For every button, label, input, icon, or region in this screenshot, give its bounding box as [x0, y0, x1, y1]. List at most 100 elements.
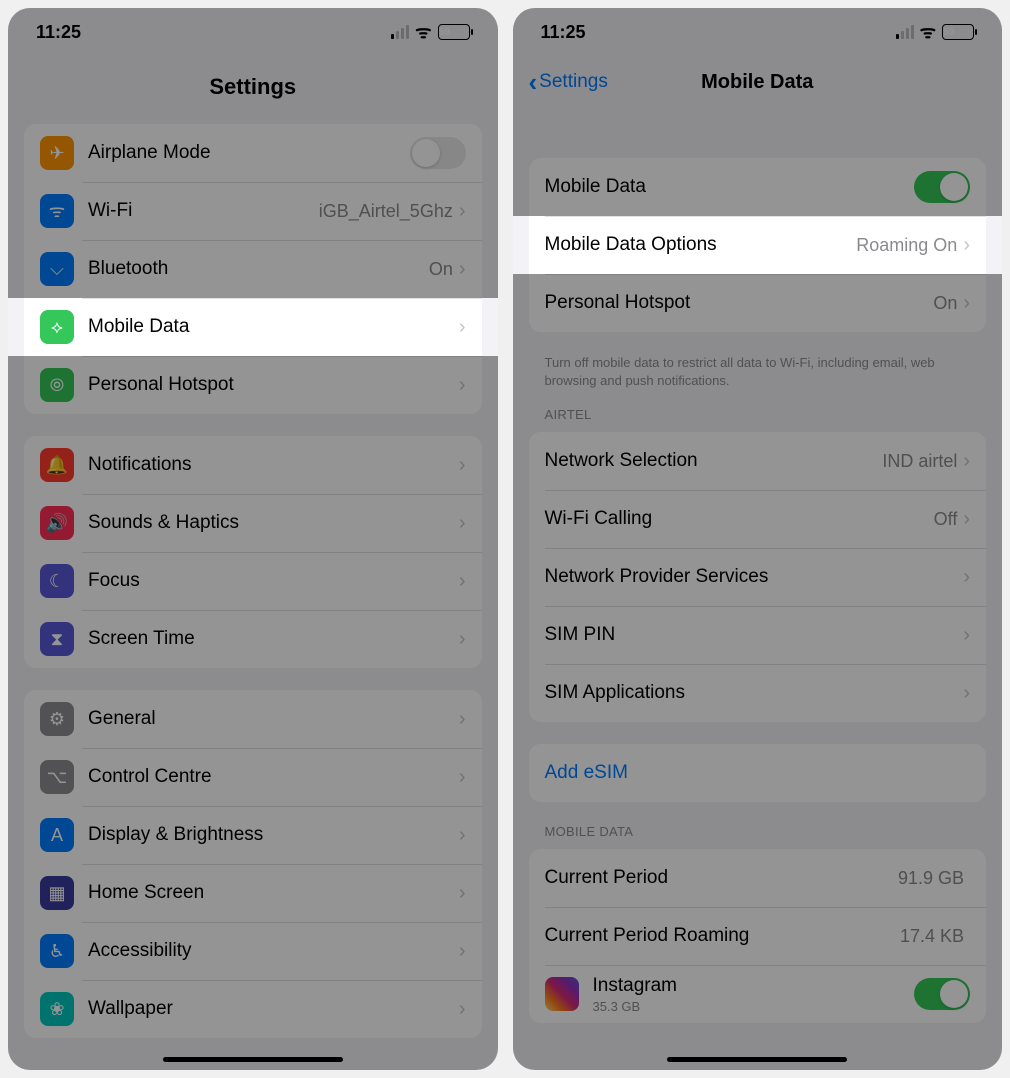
row-bluetooth[interactable]: ⌵BluetoothOn›	[24, 240, 482, 298]
row-wallpaper[interactable]: ❀ Wallpaper›	[24, 980, 482, 1038]
row-mobile-data[interactable]: ⟡ Mobile Data›	[24, 298, 482, 356]
row-label: Wi-Fi	[88, 200, 319, 222]
home-indicator[interactable]	[163, 1057, 343, 1062]
row-label: Current Period	[545, 867, 898, 889]
mobile-data-screen: 11:25 ᯤ 59 ‹ Settings Mobile Data Mobile…	[513, 8, 1003, 1070]
chevron-right-icon: ›	[459, 570, 466, 593]
cell-signal-icon	[391, 25, 409, 39]
toggle[interactable]	[410, 137, 466, 169]
chevron-right-icon: ›	[459, 998, 466, 1021]
row-instagram[interactable]: Instagram35.3 GB	[529, 965, 987, 1023]
row-value: Roaming On	[856, 235, 957, 256]
accessibility-icon: ♿︎	[40, 934, 74, 968]
chevron-right-icon: ›	[459, 454, 466, 477]
row-value: iGB_Airtel_5Ghz	[319, 201, 453, 222]
row-label: General	[88, 708, 459, 730]
status-bar: 11:25 ᯤ 59	[513, 8, 1003, 56]
row-label: Current Period Roaming	[545, 925, 900, 947]
row-airplane-mode[interactable]: ✈Airplane Mode	[24, 124, 482, 182]
home-indicator[interactable]	[667, 1057, 847, 1062]
row-label: Add eSIM	[545, 762, 971, 784]
homescreen-icon: ▦	[40, 876, 74, 910]
mobile-data-icon: ⟡	[40, 310, 74, 344]
chevron-right-icon: ›	[459, 258, 466, 281]
row-value: 17.4 KB	[900, 926, 964, 947]
row-sim-applications[interactable]: SIM Applications›	[529, 664, 987, 722]
mobile-data-group-main: Mobile Data Mobile Data OptionsRoaming On…	[529, 158, 987, 332]
row-focus[interactable]: ☾Focus›	[24, 552, 482, 610]
row-add-esim[interactable]: Add eSIM	[529, 744, 987, 802]
row-accessibility[interactable]: ♿︎Accessibility›	[24, 922, 482, 980]
row-label: SIM Applications	[545, 682, 964, 704]
status-bar: 11:25 ᯤ 59	[8, 8, 498, 56]
row-label: Home Screen	[88, 882, 459, 904]
chevron-left-icon: ‹	[529, 67, 538, 98]
mobile-data-group-esim: Add eSIM	[529, 744, 987, 802]
row-display-brightness[interactable]: ADisplay & Brightness›	[24, 806, 482, 864]
back-button[interactable]: ‹ Settings	[529, 67, 608, 98]
group-header-usage: MOBILE DATA	[545, 824, 971, 839]
row-network-provider-services[interactable]: Network Provider Services›	[529, 548, 987, 606]
chevron-right-icon: ›	[963, 566, 970, 589]
control-centre-icon: ⌥	[40, 760, 74, 794]
chevron-right-icon: ›	[963, 682, 970, 705]
row-value: On	[933, 293, 957, 314]
row-sim-pin[interactable]: SIM PIN›	[529, 606, 987, 664]
row-label: Network Provider Services	[545, 566, 964, 588]
row-current-period[interactable]: Current Period91.9 GB	[529, 849, 987, 907]
row-sounds-haptics[interactable]: 🔊Sounds & Haptics›	[24, 494, 482, 552]
chevron-right-icon: ›	[459, 374, 466, 397]
row-home-screen[interactable]: ▦ Home Screen›	[24, 864, 482, 922]
row-value: 91.9 GB	[898, 868, 964, 889]
mobile-data-group-carrier: Network SelectionIND airtel›Wi-Fi Callin…	[529, 432, 987, 722]
row-label: Wallpaper	[88, 998, 459, 1020]
row-mobile-data[interactable]: Mobile Data	[529, 158, 987, 216]
chevron-right-icon: ›	[963, 292, 970, 315]
page-title: Settings	[8, 56, 498, 114]
row-general[interactable]: ⚙General›	[24, 690, 482, 748]
chevron-right-icon: ›	[459, 940, 466, 963]
row-screen-time[interactable]: ⧗Screen Time›	[24, 610, 482, 668]
airplane-icon: ✈	[40, 136, 74, 170]
group-footer: Turn off mobile data to restrict all dat…	[545, 354, 971, 389]
settings-group-general: ⚙General›⌥Control Centre› A Display & Brig…	[24, 690, 482, 1038]
chevron-right-icon: ›	[459, 882, 466, 905]
wifi-icon: ᯤ	[920, 20, 936, 44]
display-icon: A	[40, 818, 74, 852]
row-wi-fi-calling[interactable]: Wi-Fi CallingOff›	[529, 490, 987, 548]
screentime-icon: ⧗	[40, 622, 74, 656]
row-value: On	[429, 259, 453, 280]
row-label: Mobile Data	[88, 316, 459, 338]
chevron-right-icon: ›	[963, 624, 970, 647]
chevron-right-icon: ›	[459, 512, 466, 535]
battery-icon: 59	[942, 24, 974, 40]
row-personal-hotspot[interactable]: ⦾Personal Hotspot›	[24, 356, 482, 414]
row-personal-hotspot[interactable]: Personal HotspotOn ›	[529, 274, 987, 332]
row-label: Focus	[88, 570, 459, 592]
chevron-right-icon: ›	[963, 450, 970, 473]
row-mobile-data-options[interactable]: Mobile Data OptionsRoaming On ›	[529, 216, 987, 274]
row-subtext: 35.3 GB	[593, 999, 915, 1014]
row-label: Display & Brightness	[88, 824, 459, 846]
row-label: Mobile Data	[545, 176, 915, 198]
row-notifications[interactable]: 🔔Notifications›	[24, 436, 482, 494]
wifi-icon: ᯤ	[415, 20, 431, 44]
toggle[interactable]	[914, 978, 970, 1010]
row-current-period-roaming[interactable]: Current Period Roaming17.4 KB	[529, 907, 987, 965]
toggle[interactable]	[914, 171, 970, 203]
row-label: Sounds & Haptics	[88, 512, 459, 534]
row-value: IND airtel	[882, 451, 957, 472]
row-label: Mobile Data Options	[545, 234, 857, 256]
row-label: Personal Hotspot	[545, 292, 934, 314]
row-control-centre[interactable]: ⌥Control Centre›	[24, 748, 482, 806]
chevron-right-icon: ›	[963, 234, 970, 257]
chevron-right-icon: ›	[459, 766, 466, 789]
settings-screen: 11:25 ᯤ 59 Settings ✈Airplane ModeᯤWi-Fi…	[8, 8, 498, 1070]
row-value: Off	[934, 509, 958, 530]
row-network-selection[interactable]: Network SelectionIND airtel›	[529, 432, 987, 490]
chevron-right-icon: ›	[459, 316, 466, 339]
row-label: Wi-Fi Calling	[545, 508, 934, 530]
wallpaper-icon: ❀	[40, 992, 74, 1026]
row-label: SIM PIN	[545, 624, 964, 646]
row-wi-fi[interactable]: ᯤWi-FiiGB_Airtel_5Ghz›	[24, 182, 482, 240]
